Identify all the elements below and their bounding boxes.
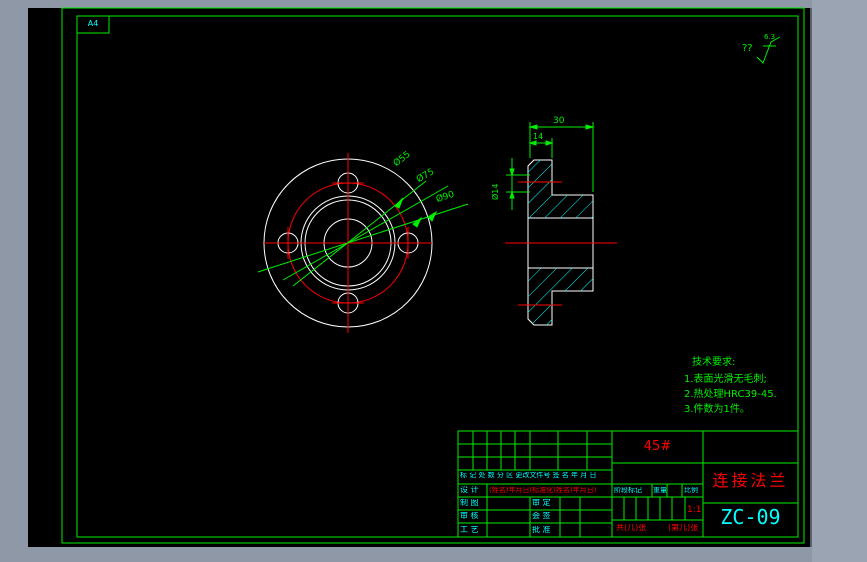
tech-requirement-item: 2.热处理HRC39-45. (684, 389, 777, 400)
design-signature: (姓名)年月日(标准化(姓名)年月日) (489, 487, 597, 494)
design-label: 设 计 (460, 486, 479, 494)
verify-label: 审 定 (532, 499, 551, 507)
dimension-hub-14: 14 (533, 132, 544, 141)
countersign-label: 会 签 (532, 512, 551, 520)
material-label: 45# (643, 439, 672, 454)
part-name: 连接法兰 (712, 471, 789, 490)
sheet-size-label: A4 (87, 19, 99, 28)
scale-label: 比例 (684, 487, 698, 494)
roughness-prefix-text: ?? (742, 43, 753, 54)
check-label: 审 核 (460, 512, 479, 520)
approve-label: 批 准 (532, 526, 551, 534)
drawing-number: ZC-09 (720, 505, 781, 529)
dimension-width-30: 30 (553, 116, 565, 126)
revision-header-row: 标 记 处 数 分 区 更改文件号 签 名 年 月 日 (460, 472, 597, 479)
sheets-total-label: 共(几)张 (616, 524, 647, 532)
tech-requirement-item: 1.表面光滑无毛刺; (684, 374, 767, 385)
tech-requirement-item: 3.件数为1件。 (684, 404, 750, 415)
weight-label: 重量 (653, 487, 667, 494)
roughness-value: 6.3 (764, 33, 776, 41)
draw-label: 制 图 (460, 499, 479, 507)
tech-requirements-title: 技术要求: (692, 357, 736, 368)
dimension-bore-dia: Ø14 (491, 183, 500, 200)
scale-value: 1:1 (687, 505, 702, 515)
stage-mark-label: 阶段标记 (614, 487, 642, 494)
sheet-number-label: (第几)张 (668, 524, 699, 532)
cad-application-window: A4 ?? 6.3 Ø55 Ø75 Ø90 30 14 Ø14 技术要求: 1.… (0, 0, 867, 562)
process-label: 工 艺 (460, 526, 479, 534)
